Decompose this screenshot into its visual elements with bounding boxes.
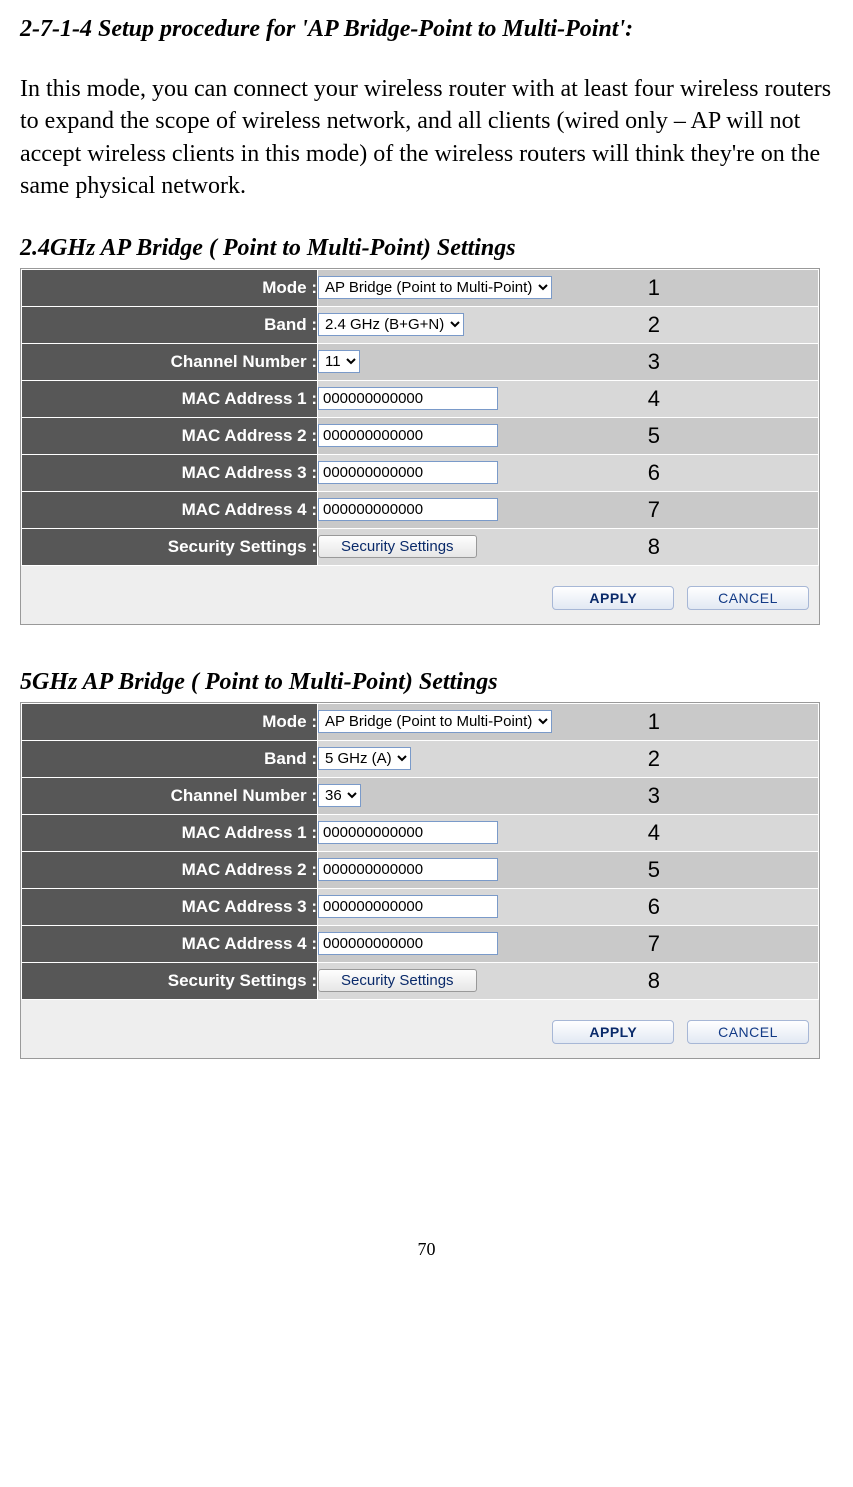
row-annotation-number: 2 (648, 312, 660, 338)
mac-address-input[interactable] (318, 895, 498, 918)
mac-address-input[interactable] (318, 858, 498, 881)
row-value-cell: 4 (318, 380, 819, 417)
row-value-cell: 7 (318, 491, 819, 528)
section-title: 2-7-1-4 Setup procedure for 'AP Bridge-P… (20, 16, 833, 43)
row-annotation-number: 3 (648, 783, 660, 809)
row-label: MAC Address 1 : (22, 814, 318, 851)
row-label: MAC Address 4 : (22, 925, 318, 962)
row-value-cell: 6 (318, 888, 819, 925)
row-value-cell: 2.4 GHz (B+G+N) 2 (318, 306, 819, 343)
row-label: Security Settings : (22, 528, 318, 565)
select-input[interactable]: AP Bridge (Point to Multi-Point) (318, 710, 552, 733)
row-annotation-number: 5 (648, 423, 660, 449)
row-annotation-number: 1 (648, 709, 660, 735)
cancel-button[interactable]: CANCEL (687, 1020, 809, 1044)
security-settings-button[interactable]: Security Settings (318, 969, 477, 992)
row-value-cell: Security Settings 8 (318, 528, 819, 565)
select-input[interactable]: 11 (318, 350, 360, 373)
cancel-button[interactable]: CANCEL (687, 586, 809, 610)
row-label: MAC Address 1 : (22, 380, 318, 417)
config-row: Mode :AP Bridge (Point to Multi-Point) 1 (22, 703, 819, 740)
config-row: Channel Number :36 3 (22, 777, 819, 814)
config-row: MAC Address 1 : 4 (22, 814, 819, 851)
config-row: MAC Address 4 : 7 (22, 925, 819, 962)
row-value-cell: 11 3 (318, 343, 819, 380)
apply-button[interactable]: APPLY (552, 586, 674, 610)
subheading-24ghz: 2.4GHz AP Bridge ( Point to Multi-Point)… (20, 235, 833, 262)
row-label: Mode : (22, 703, 318, 740)
config-row: Band :2.4 GHz (B+G+N) 2 (22, 306, 819, 343)
row-annotation-number: 7 (648, 497, 660, 523)
config-row: MAC Address 1 : 4 (22, 380, 819, 417)
select-input[interactable]: 36 (318, 784, 361, 807)
row-value-cell: 36 3 (318, 777, 819, 814)
apply-button[interactable]: APPLY (552, 1020, 674, 1044)
row-annotation-number: 7 (648, 931, 660, 957)
config-row: Security Settings :Security Settings 8 (22, 528, 819, 565)
security-settings-button[interactable]: Security Settings (318, 535, 477, 558)
row-label: MAC Address 3 : (22, 454, 318, 491)
row-label: MAC Address 3 : (22, 888, 318, 925)
select-input[interactable]: 5 GHz (A) (318, 747, 411, 770)
button-row: APPLY CANCEL (21, 1000, 819, 1044)
intro-paragraph: In this mode, you can connect your wirel… (20, 73, 833, 203)
row-annotation-number: 4 (648, 820, 660, 846)
config-table-5ghz: Mode :AP Bridge (Point to Multi-Point) 1 B… (21, 703, 819, 1000)
config-row: Band :5 GHz (A) 2 (22, 740, 819, 777)
row-annotation-number: 3 (648, 349, 660, 375)
mac-address-input[interactable] (318, 932, 498, 955)
mac-address-input[interactable] (318, 498, 498, 521)
row-label: Channel Number : (22, 343, 318, 380)
row-annotation-number: 8 (648, 968, 660, 994)
config-row: MAC Address 3 : 6 (22, 888, 819, 925)
row-annotation-number: 1 (648, 275, 660, 301)
row-label: MAC Address 2 : (22, 851, 318, 888)
row-label: Band : (22, 306, 318, 343)
row-annotation-number: 8 (648, 534, 660, 560)
row-label: MAC Address 4 : (22, 491, 318, 528)
config-panel-24ghz: Mode :AP Bridge (Point to Multi-Point) 1 B… (20, 268, 820, 625)
row-value-cell: 6 (318, 454, 819, 491)
config-row: Security Settings :Security Settings 8 (22, 962, 819, 999)
config-row: MAC Address 4 : 7 (22, 491, 819, 528)
row-value-cell: AP Bridge (Point to Multi-Point) 1 (318, 703, 819, 740)
mac-address-input[interactable] (318, 424, 498, 447)
config-row: Channel Number :11 3 (22, 343, 819, 380)
row-label: Mode : (22, 269, 318, 306)
page-number: 70 (20, 1239, 833, 1260)
button-row: APPLY CANCEL (21, 566, 819, 610)
row-annotation-number: 5 (648, 857, 660, 883)
config-row: MAC Address 2 : 5 (22, 851, 819, 888)
config-table-24ghz: Mode :AP Bridge (Point to Multi-Point) 1 B… (21, 269, 819, 566)
row-value-cell: 5 (318, 417, 819, 454)
row-label: Band : (22, 740, 318, 777)
mac-address-input[interactable] (318, 461, 498, 484)
config-row: MAC Address 3 : 6 (22, 454, 819, 491)
row-value-cell: 5 GHz (A) 2 (318, 740, 819, 777)
subheading-5ghz: 5GHz AP Bridge ( Point to Multi-Point) S… (20, 669, 833, 696)
row-annotation-number: 6 (648, 894, 660, 920)
config-row: Mode :AP Bridge (Point to Multi-Point) 1 (22, 269, 819, 306)
select-input[interactable]: 2.4 GHz (B+G+N) (318, 313, 464, 336)
row-annotation-number: 6 (648, 460, 660, 486)
row-annotation-number: 4 (648, 386, 660, 412)
row-label: Security Settings : (22, 962, 318, 999)
mac-address-input[interactable] (318, 821, 498, 844)
row-value-cell: Security Settings 8 (318, 962, 819, 999)
row-label: MAC Address 2 : (22, 417, 318, 454)
row-value-cell: 5 (318, 851, 819, 888)
row-value-cell: 4 (318, 814, 819, 851)
config-row: MAC Address 2 : 5 (22, 417, 819, 454)
row-value-cell: AP Bridge (Point to Multi-Point) 1 (318, 269, 819, 306)
config-panel-5ghz: Mode :AP Bridge (Point to Multi-Point) 1 B… (20, 702, 820, 1059)
row-value-cell: 7 (318, 925, 819, 962)
row-annotation-number: 2 (648, 746, 660, 772)
mac-address-input[interactable] (318, 387, 498, 410)
select-input[interactable]: AP Bridge (Point to Multi-Point) (318, 276, 552, 299)
row-label: Channel Number : (22, 777, 318, 814)
